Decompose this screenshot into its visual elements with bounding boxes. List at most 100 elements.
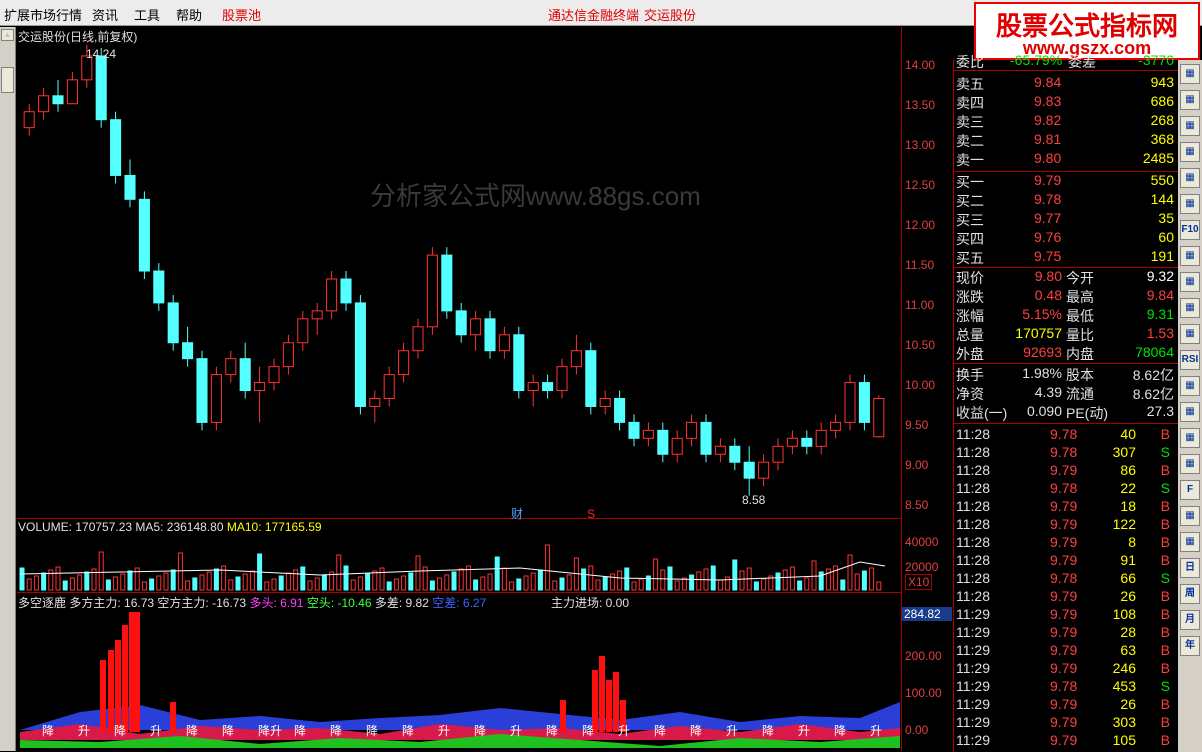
volume-bar (717, 579, 723, 591)
volume-bar (638, 578, 644, 591)
volume-bar (69, 577, 75, 591)
volume-bar (753, 581, 759, 591)
tick-volume: 40 (1120, 426, 1136, 442)
flag-icon[interactable]: ▦ (1180, 376, 1200, 396)
tick-time: 11:29 (956, 732, 990, 748)
candle-body (38, 95, 50, 113)
indicator-duotou: 多头: 6.91 (249, 596, 304, 610)
stat-label: 总量 (956, 327, 984, 343)
down-icon[interactable]: ▦ (1180, 454, 1200, 474)
tick-volume: 105 (1112, 732, 1136, 748)
volume-bar (653, 558, 659, 591)
finance-marker[interactable]: 财 (511, 505, 523, 522)
volume-bar (278, 575, 284, 591)
volume-bar (314, 577, 320, 591)
volume-bar (19, 567, 25, 591)
candle-body (254, 382, 266, 392)
line-icon[interactable]: ▦ (1180, 168, 1200, 188)
volume-bar (307, 580, 313, 591)
order-label: 卖二 (956, 133, 984, 149)
order-label: 卖四 (956, 95, 984, 111)
tick-volume: 8 (1128, 534, 1136, 550)
order-label: 卖一 (956, 152, 984, 168)
buy-row: 买一 9.79 550 (954, 172, 1178, 190)
indicator-name: 多空逐鹿 (18, 596, 67, 610)
toolbar-button-月[interactable]: 月 (1180, 610, 1200, 630)
indicator-duocha: 多差: 9.82 (374, 596, 429, 610)
tick-volume: 26 (1120, 588, 1136, 604)
volume-bar (228, 579, 234, 591)
indicator-bar (122, 625, 128, 732)
candle-body (282, 342, 294, 368)
table-icon[interactable]: ▦ (1180, 246, 1200, 266)
indicator-kongtou: 空头: -10.46 (306, 596, 372, 610)
signal-label: 升 (726, 724, 739, 738)
cross-icon[interactable]: ▦ (1180, 194, 1200, 214)
tick-price: 9.79 (1050, 552, 1078, 568)
toolbar-button-F10[interactable]: F10 (1180, 220, 1200, 240)
tick-time: 11:28 (956, 552, 990, 568)
s-marker[interactable]: S (587, 507, 595, 521)
tick-row: 11:28 9.78 66 S (954, 570, 1178, 588)
tick-price: 9.79 (1050, 498, 1078, 514)
volume-bar (221, 565, 227, 591)
volume-bar (113, 576, 119, 591)
tick-direction: B (1160, 660, 1170, 676)
stat-label: 流通 (1066, 386, 1094, 402)
refresh-icon[interactable]: ▦ (1180, 506, 1200, 526)
volume-bar (509, 581, 515, 591)
tick-volume: 66 (1120, 570, 1136, 586)
chart-icon[interactable]: ▦ (1180, 90, 1200, 110)
stat-label: 收益(一) (956, 405, 1008, 421)
toolbar-button-年[interactable]: 年 (1180, 636, 1200, 656)
order-volume: 268 (1150, 112, 1174, 128)
volume-bar (739, 570, 745, 591)
volume-bar (602, 576, 608, 591)
high-price-label: 14.24 (86, 47, 117, 61)
stat-value: 9.84 (1146, 287, 1174, 303)
tick-price: 9.78 (1050, 570, 1078, 586)
indicator-tick-current: 284.82 (902, 607, 952, 621)
order-label: 买五 (956, 250, 984, 266)
signal-label: 降 (222, 724, 235, 738)
volume-bar (98, 551, 104, 591)
signal-label: 升 (798, 724, 811, 738)
candle-icon[interactable]: ▦ (1180, 142, 1200, 162)
toolbar-button-F[interactable]: F (1180, 480, 1200, 500)
volume-bar (264, 581, 270, 591)
grid-icon[interactable]: ▦ (1180, 64, 1200, 84)
candle-body (527, 382, 539, 392)
tick-row: 11:28 9.79 8 B (954, 534, 1178, 552)
info-icon[interactable]: ▦ (1180, 272, 1200, 292)
tick-direction: B (1160, 588, 1170, 604)
up-icon[interactable]: ▦ (1180, 428, 1200, 448)
price-chart[interactable] (0, 0, 953, 752)
stat-label: 净资 (956, 386, 984, 402)
candle-body (743, 461, 755, 479)
move-icon[interactable]: ▦ (1180, 402, 1200, 422)
volume-bar (631, 581, 637, 591)
toolbar-button-RSI[interactable]: RSI (1180, 350, 1200, 370)
stat-label: 今开 (1066, 270, 1094, 286)
volume-bar (192, 577, 198, 591)
chart2-icon[interactable]: ▦ (1180, 324, 1200, 344)
toolbar-button-日[interactable]: 日 (1180, 558, 1200, 578)
volume-bar (516, 578, 522, 591)
book-icon[interactable]: ▦ (1180, 532, 1200, 552)
tick-volume: 307 (1112, 444, 1136, 460)
volume-bar (242, 573, 248, 591)
candle-body (23, 111, 35, 129)
signal-label: 降 (366, 724, 379, 738)
toolbar-button-周[interactable]: 周 (1180, 584, 1200, 604)
tick-price: 9.79 (1050, 606, 1078, 622)
tick-price: 9.79 (1050, 642, 1078, 658)
volume-bar (386, 581, 392, 591)
candle-body (354, 302, 366, 407)
stat-row: 收益(一) 0.090 PE(动) 27.3 (954, 403, 1178, 421)
volume-bar (581, 568, 587, 591)
indicator-tick-100: 100.00 (905, 686, 942, 700)
list-icon[interactable]: ▦ (1180, 116, 1200, 136)
volume-bar (552, 580, 558, 591)
bar-icon[interactable]: ▦ (1180, 298, 1200, 318)
indicator-tick-200: 200.00 (905, 649, 942, 663)
